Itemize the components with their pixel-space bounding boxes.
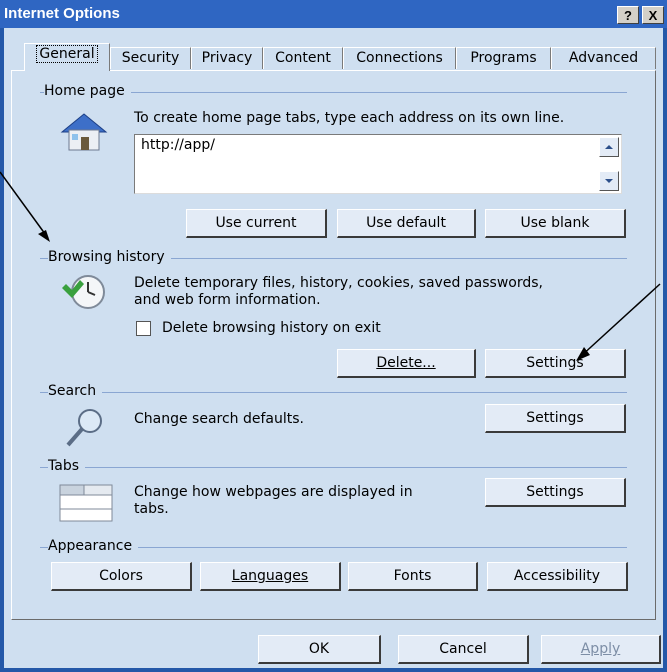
annotation-arrows	[0, 171, 661, 361]
arrow-to-settings	[579, 283, 661, 358]
arrow-to-browsing-history	[0, 171, 49, 239]
tab-general[interactable]: General	[24, 43, 110, 71]
arrow-head-browsing-history	[38, 230, 50, 242]
internet-options-dialog: Internet Options ? X General Security Pr…	[0, 0, 667, 672]
